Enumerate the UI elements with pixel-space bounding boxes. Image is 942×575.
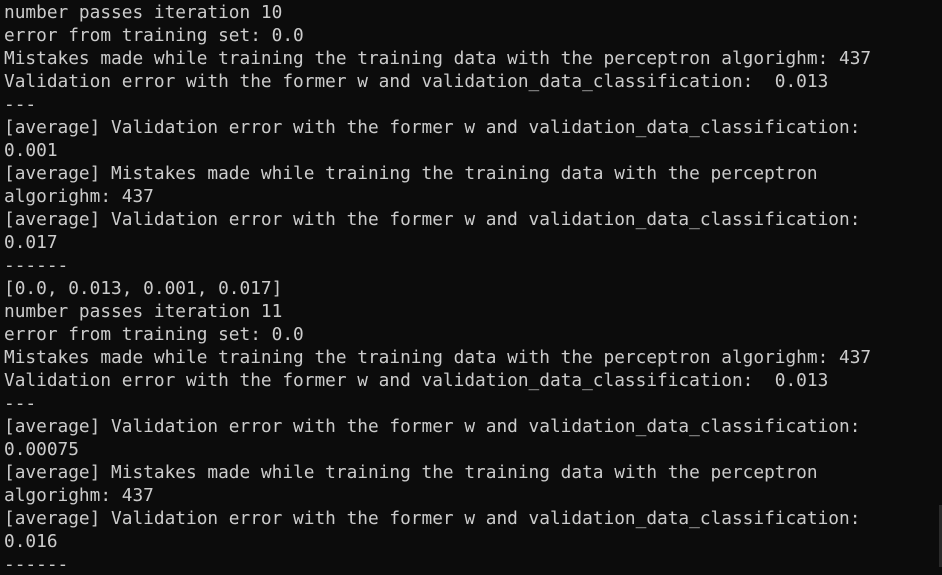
output-line: algorighm: 437 (4, 485, 154, 506)
output-line: 0.017 (4, 232, 58, 253)
output-line: [average] Mistakes made while training t… (4, 462, 818, 483)
output-line: number passes iteration 11 (4, 301, 283, 322)
output-line: error from training set: 0.0 (4, 25, 304, 46)
output-line: [average] Validation error with the form… (4, 209, 861, 230)
output-line: Mistakes made while training the trainin… (4, 347, 872, 368)
output-line: 0.016 (4, 531, 58, 552)
output-line: --- (4, 393, 37, 414)
output-line: number passes iteration 10 (4, 2, 283, 23)
output-line: Validation error with the former w and v… (4, 370, 829, 391)
output-line: [average] Validation error with the form… (4, 416, 861, 437)
terminal-output: number passes iteration 10 error from tr… (4, 1, 938, 575)
terminal-window[interactable]: number passes iteration 10 error from tr… (0, 0, 942, 575)
output-line: [0.0, 0.013, 0.001, 0.017] (4, 278, 283, 299)
output-line: Validation error with the former w and v… (4, 71, 829, 92)
output-line: 0.001 (4, 140, 58, 161)
output-line: Mistakes made while training the trainin… (4, 48, 872, 69)
output-line: error from training set: 0.0 (4, 324, 304, 345)
output-line: algorighm: 437 (4, 186, 154, 207)
output-line: --- (4, 94, 37, 115)
output-line: [average] Mistakes made while training t… (4, 163, 818, 184)
output-line: ------ (4, 255, 69, 276)
output-line: 0.00075 (4, 439, 79, 460)
output-line: ------ (4, 554, 69, 575)
output-line: [average] Validation error with the form… (4, 117, 861, 138)
output-line: [average] Validation error with the form… (4, 508, 861, 529)
